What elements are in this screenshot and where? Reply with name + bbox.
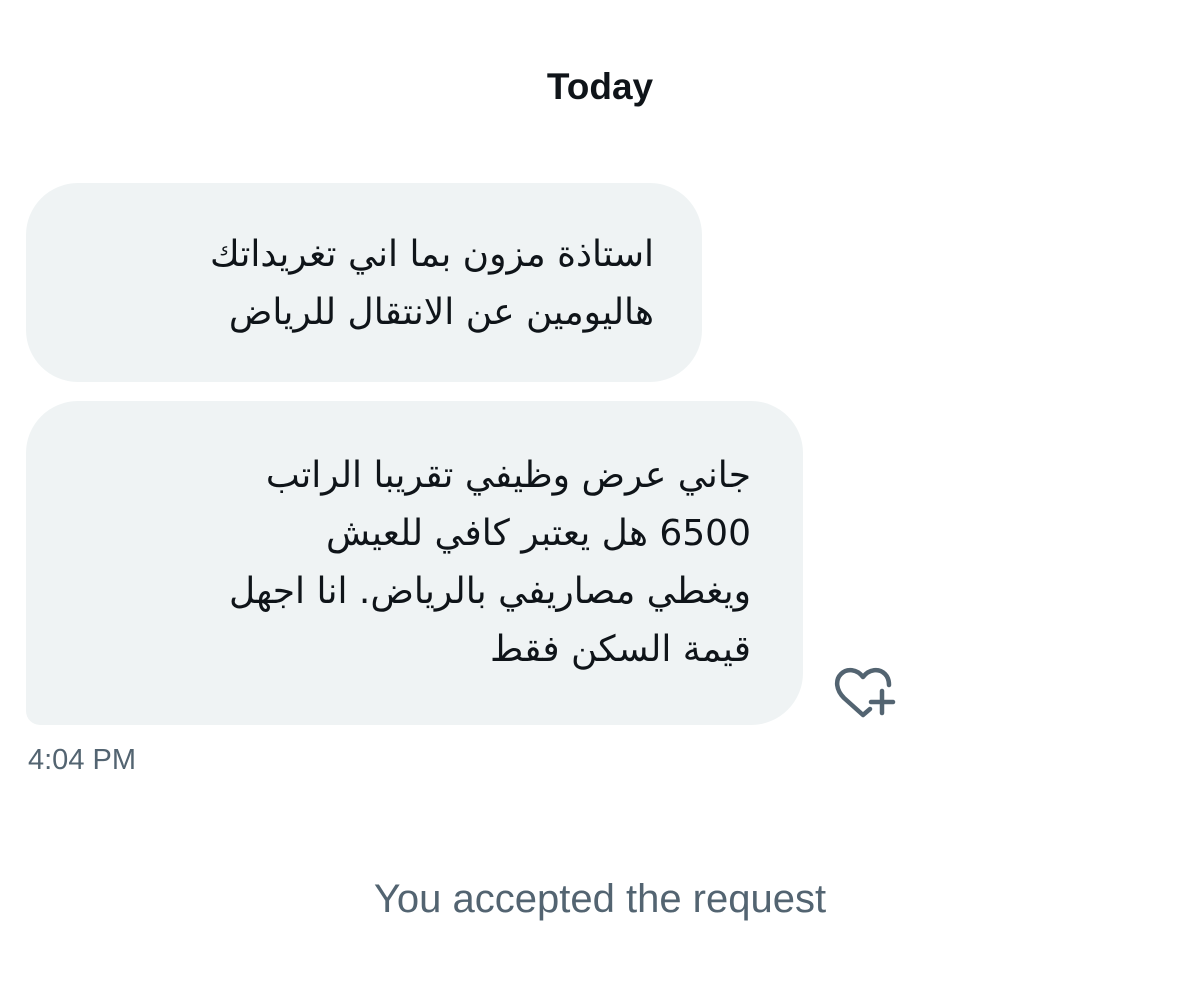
- message-timestamp: 4:04 PM: [28, 744, 136, 776]
- message-line: 6500 هل يعتبر كافي للعيش: [326, 513, 751, 554]
- heart-plus-icon: [834, 667, 896, 718]
- message-line: استاذة مزون بما اني تغريداتك: [210, 234, 654, 275]
- message-bubble[interactable]: استاذة مزون بما اني تغريداتك هاليومين عن…: [26, 183, 702, 382]
- date-header: Today: [546, 66, 654, 107]
- message-line: قيمة السكن فقط: [489, 629, 751, 670]
- message-line: جاني عرض وظيفي تقريبا الراتب: [265, 455, 751, 496]
- message-line: ويغطي مصاريفي بالرياض. انا اجهل: [228, 571, 751, 612]
- system-message: You accepted the request: [373, 877, 827, 921]
- add-reaction-button[interactable]: [832, 663, 896, 719]
- message-line: هاليومين عن الانتقال للرياض: [228, 292, 654, 333]
- message-bubble[interactable]: جاني عرض وظيفي تقريبا الراتب 6500 هل يعت…: [26, 401, 803, 725]
